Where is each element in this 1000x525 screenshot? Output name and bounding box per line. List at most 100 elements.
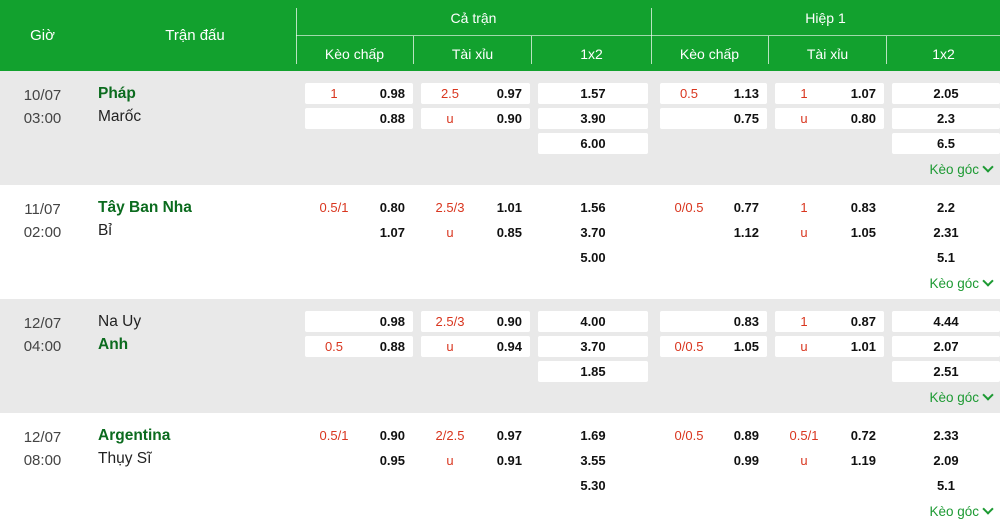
- header-ft-1x2: 1x2: [580, 45, 603, 62]
- ft-hdp-cell[interactable]: 0.88: [305, 108, 413, 129]
- match-time: 08:00: [23, 452, 62, 469]
- ft-1x2-cell[interactable]: 1.69: [538, 425, 648, 446]
- ft-hdp-cell[interactable]: 1.07: [305, 222, 413, 243]
- ht-ou-line: u: [800, 339, 808, 354]
- ht-1x2-cell[interactable]: 2.07: [892, 336, 1000, 357]
- ft-1x2-odds: 3.70: [580, 225, 606, 240]
- ft-1x2-odds: 3.90: [580, 111, 606, 126]
- away-team[interactable]: Marốc: [98, 108, 141, 126]
- corner-odds-toggle[interactable]: Kèo góc: [929, 389, 994, 405]
- ft-1x2-cell[interactable]: 3.90: [538, 108, 648, 129]
- header-group-full-match: Cả trận Kèo chấp Tài xỉu 1x2: [296, 0, 651, 71]
- ht-1x2-cell[interactable]: 5.1: [892, 247, 1000, 268]
- ft-1x2-odds: 3.55: [580, 453, 606, 468]
- ht-1x2-odds: 2.2: [936, 200, 956, 215]
- ft-1x2-odds: 1.85: [580, 364, 606, 379]
- ft-ou-line: u: [446, 453, 454, 468]
- ht-1x2-cell[interactable]: 6.5: [892, 133, 1000, 154]
- header-group-first-half: Hiệp 1 Kèo chấp Tài xỉu 1x2: [651, 0, 1000, 71]
- ft-ou-line: u: [446, 225, 454, 240]
- ht-1x2-cell[interactable]: 2.05: [892, 83, 1000, 104]
- ft-ou-cell[interactable]: u 0.90: [421, 108, 530, 129]
- match-date: 11/07: [24, 201, 61, 218]
- ht-ou-cell[interactable]: 1 0.83: [775, 197, 884, 218]
- ht-1x2-cell[interactable]: 2.3: [892, 108, 1000, 129]
- ft-hdp-odds: 0.88: [379, 339, 405, 354]
- ht-hdp-cell[interactable]: 0.5 1.13: [660, 83, 767, 104]
- ft-hdp-cell[interactable]: 1 0.98: [305, 83, 413, 104]
- ht-1x2-odds: 2.51: [933, 364, 959, 379]
- ht-ou-cell[interactable]: u 1.05: [775, 222, 884, 243]
- ft-hdp-cell[interactable]: 0.95: [305, 450, 413, 471]
- ft-ou-line: 2.5/3: [435, 314, 465, 329]
- ht-hdp-cell[interactable]: 0/0.5 0.77: [660, 197, 767, 218]
- ft-ou-odds: 1.01: [496, 200, 522, 215]
- ht-hdp-cell[interactable]: 0.75: [660, 108, 767, 129]
- ht-hdp-odds: 1.13: [733, 86, 759, 101]
- ht-1x2-cell[interactable]: 2.51: [892, 361, 1000, 382]
- ht-1x2-cell[interactable]: 2.31: [892, 222, 1000, 243]
- ht-hdp-cell[interactable]: 0.83: [660, 311, 767, 332]
- home-team[interactable]: Na Uy: [98, 313, 141, 331]
- away-team[interactable]: Bỉ: [98, 222, 112, 240]
- ft-1x2-cell[interactable]: 1.56: [538, 197, 648, 218]
- ft-ou-cell[interactable]: u 0.94: [421, 336, 530, 357]
- ft-1x2-cell[interactable]: 3.55: [538, 450, 648, 471]
- match-row[interactable]: 10/07 03:00 Pháp Marốc 1 0.98 2.5 0.97 0.5 1.13 1 1…: [0, 71, 1000, 185]
- ht-ou-cell[interactable]: 0.5/1 0.72: [775, 425, 884, 446]
- ft-ou-cell[interactable]: 2/2.5 0.97: [421, 425, 530, 446]
- home-team[interactable]: Argentina: [98, 427, 170, 445]
- ft-hdp-odds: 1.07: [379, 225, 405, 240]
- ft-hdp-cell[interactable]: 0.5/1 0.80: [305, 197, 413, 218]
- ht-ou-cell[interactable]: u 1.19: [775, 450, 884, 471]
- ht-1x2-cell[interactable]: 2.33: [892, 425, 1000, 446]
- home-team[interactable]: Tây Ban Nha: [98, 199, 192, 217]
- ft-hdp-cell[interactable]: 0.98: [305, 311, 413, 332]
- chevron-down-icon: [982, 161, 994, 173]
- ht-hdp-cell[interactable]: 1.12: [660, 222, 767, 243]
- ft-hdp-cell[interactable]: 0.5 0.88: [305, 336, 413, 357]
- ht-hdp-cell[interactable]: 0/0.5 1.05: [660, 336, 767, 357]
- ht-ou-cell[interactable]: u 0.80: [775, 108, 884, 129]
- ft-1x2-cell[interactable]: 1.57: [538, 83, 648, 104]
- corner-odds-toggle[interactable]: Kèo góc: [929, 275, 994, 291]
- ht-ou-cell[interactable]: u 1.01: [775, 336, 884, 357]
- ht-1x2-cell[interactable]: 4.44: [892, 311, 1000, 332]
- away-team[interactable]: Anh: [98, 336, 128, 354]
- ht-ou-line: 1: [800, 314, 808, 329]
- ht-ou-cell[interactable]: 1 1.07: [775, 83, 884, 104]
- match-row[interactable]: 12/07 08:00 Argentina Thụy Sĩ 0.5/1 0.90 2/2.5…: [0, 413, 1000, 525]
- ht-ou-cell[interactable]: 1 0.87: [775, 311, 884, 332]
- ft-ou-cell[interactable]: 2.5/3 0.90: [421, 311, 530, 332]
- ft-1x2-odds: 5.30: [580, 478, 606, 493]
- ft-1x2-cell[interactable]: 5.00: [538, 247, 648, 268]
- ft-ou-cell[interactable]: 2.5 0.97: [421, 83, 530, 104]
- ht-1x2-cell[interactable]: 2.2: [892, 197, 1000, 218]
- match-row[interactable]: 12/07 04:00 Na Uy Anh 0.98 2.5/3 0.90 0.83 1 0.87…: [0, 299, 1000, 413]
- corner-odds-toggle[interactable]: Kèo góc: [929, 503, 994, 519]
- ft-1x2-cell[interactable]: 5.30: [538, 475, 648, 496]
- ft-ou-cell[interactable]: u 0.85: [421, 222, 530, 243]
- away-team[interactable]: Thụy Sĩ: [98, 450, 151, 468]
- match-row[interactable]: 11/07 02:00 Tây Ban Nha Bỉ 0.5/1 0.80 2.5/3 1.0…: [0, 185, 1000, 299]
- ft-1x2-cell[interactable]: 4.00: [538, 311, 648, 332]
- home-team[interactable]: Pháp: [98, 85, 136, 103]
- ht-1x2-cell[interactable]: 2.09: [892, 450, 1000, 471]
- ht-1x2-cell[interactable]: 5.1: [892, 475, 1000, 496]
- match-date: 12/07: [23, 315, 62, 332]
- ft-hdp-line: 0.5/1: [319, 428, 349, 443]
- ht-hdp-cell[interactable]: 0/0.5 0.89: [660, 425, 767, 446]
- ft-hdp-cell[interactable]: 0.5/1 0.90: [305, 425, 413, 446]
- ft-1x2-cell[interactable]: 6.00: [538, 133, 648, 154]
- corner-odds-toggle[interactable]: Kèo góc: [929, 161, 994, 177]
- ht-hdp-line: [660, 222, 718, 243]
- ft-ou-line: u: [446, 339, 454, 354]
- ft-ou-cell[interactable]: 2.5/3 1.01: [421, 197, 530, 218]
- match-date: 10/07: [23, 87, 62, 104]
- ht-hdp-cell[interactable]: 0.99: [660, 450, 767, 471]
- ft-1x2-cell[interactable]: 1.85: [538, 361, 648, 382]
- ft-ou-cell[interactable]: u 0.91: [421, 450, 530, 471]
- ft-1x2-cell[interactable]: 3.70: [538, 336, 648, 357]
- ft-1x2-cell[interactable]: 3.70: [538, 222, 648, 243]
- header-time: Giờ: [30, 27, 55, 44]
